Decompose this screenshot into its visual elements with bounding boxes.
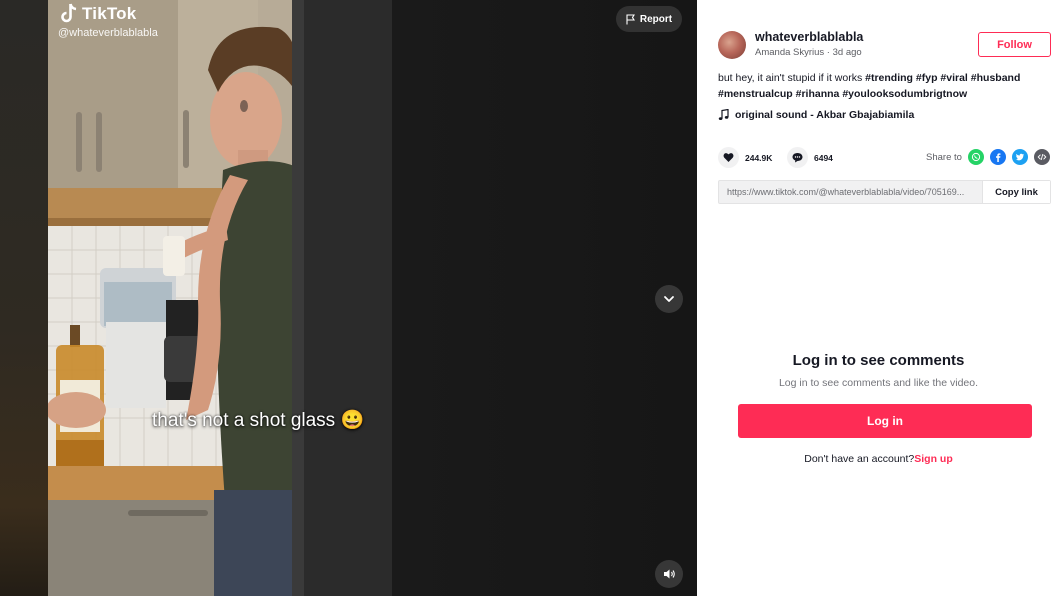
tiktok-logo-icon [61,3,77,23]
comments-login-subtitle: Log in to see comments and like the vide… [778,377,979,389]
share-link-box: https://www.tiktok.com/@whateverblablabl… [718,180,1051,204]
follow-button[interactable]: Follow [978,32,1051,57]
sound-link[interactable]: original sound - Akbar Gbajabiamila [718,109,914,121]
signup-link[interactable]: Sign up [914,453,953,465]
avatar[interactable] [718,31,746,59]
comments-login-title: Log in to see comments [792,352,965,369]
subline-separator: · [824,47,833,58]
author-display-name: Amanda Skyrius [755,47,825,58]
author-subline: Amanda Skyrius · 3d ago [755,47,862,58]
volume-button[interactable] [655,560,683,588]
music-note-icon [718,109,729,120]
hashtag[interactable]: #viral [940,72,967,84]
embed-share-button[interactable] [1034,149,1050,165]
hashtag[interactable]: #trending [865,72,913,84]
hashtag[interactable]: #youlooksodumbrigtnow [842,88,967,100]
video-frame [48,0,392,596]
signup-prompt-text: Don't have an account? [804,453,915,465]
details-panel: whateverblablabla Amanda Skyrius · 3d ag… [697,0,1060,596]
hashtag[interactable]: #rihanna [796,88,840,100]
flag-icon [626,13,635,24]
heart-icon [723,153,734,162]
report-label: Report [639,13,673,25]
sound-label: original sound - Akbar Gbajabiamila [735,109,915,121]
like-count: 244.9K [745,152,773,163]
post-age: 3d ago [832,47,862,58]
video-backdrop-right [392,0,697,596]
speaker-icon [664,569,675,579]
next-video-button[interactable] [655,285,683,313]
comment-stat[interactable]: 6494 [787,147,833,168]
twitter-icon [1015,153,1024,161]
facebook-icon [996,153,1001,162]
comment-count: 6494 [814,152,833,163]
like-stat[interactable]: 244.9K [718,147,772,168]
share-link-url[interactable]: https://www.tiktok.com/@whateverblablabl… [719,187,982,197]
whatsapp-share-button[interactable] [968,149,984,165]
tiktok-watermark: TikTok @whateverblablabla [58,3,158,39]
video-description: but hey, it ain't stupid if it works #tr… [718,71,1053,102]
watermark-logo: TikTok [58,3,158,25]
facebook-share-button[interactable] [990,149,1006,165]
signup-prompt: Don't have an account?Sign up [697,453,1060,465]
hashtag[interactable]: #fyp [916,72,938,84]
twitter-share-button[interactable] [1012,149,1028,165]
description-text: but hey, it ain't stupid if it works [718,72,866,84]
video-backdrop-left [0,0,48,596]
hashtag[interactable]: #husband [971,72,1021,84]
comment-button[interactable] [787,147,808,168]
video-player[interactable]: that's not a shot glass 😀 [48,0,392,596]
share-label: Share to [926,152,962,163]
report-button[interactable]: Report [616,6,682,32]
whatsapp-icon [971,152,981,162]
copy-link-button[interactable]: Copy link [982,181,1050,203]
video-caption: that's not a shot glass 😀 [152,410,365,431]
chevron-down-icon [664,296,674,302]
author-username[interactable]: whateverblablabla [755,30,863,44]
hashtag[interactable]: #menstrualcup [718,88,793,100]
like-button[interactable] [718,147,739,168]
login-button[interactable]: Log in [738,404,1032,438]
comment-icon [792,153,803,163]
embed-icon [1037,153,1047,161]
video-stage: that's not a shot glass 😀 TikTok @whatev… [0,0,697,596]
watermark-handle: @whateverblablabla [58,27,158,39]
watermark-brand: TikTok [82,4,137,23]
